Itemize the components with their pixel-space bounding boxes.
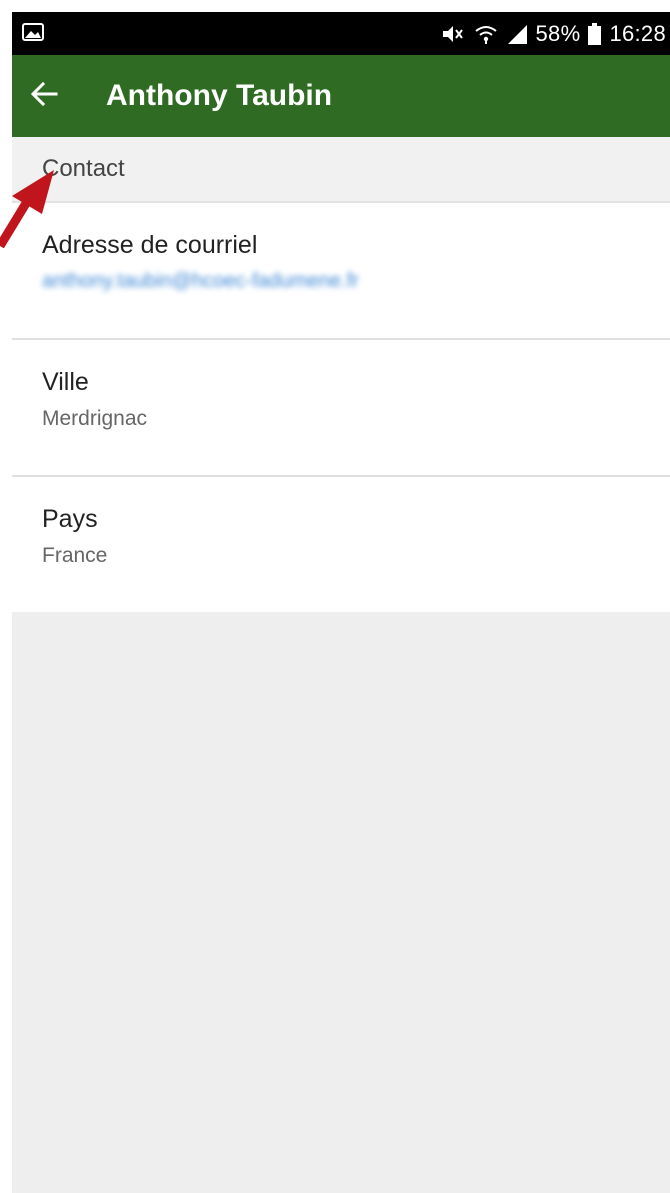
field-label: Ville (42, 368, 89, 396)
field-value: Merdrignac (42, 407, 148, 430)
field-label: Adresse de courriel (42, 231, 258, 259)
battery-percentage: 58% (535, 20, 581, 46)
wifi-icon (474, 23, 498, 45)
field-label: Pays (42, 505, 98, 533)
section-header-contact: Contact (12, 137, 670, 203)
status-bar: 58% 16:28 (12, 12, 670, 55)
contact-field-list: Adresse de courriel anthony.taubin@hcoec… (12, 203, 670, 612)
image-icon (22, 21, 44, 47)
annotation-arrow-icon (0, 170, 54, 248)
app-bar: Anthony Taubin (12, 55, 670, 137)
email-link[interactable]: anthony.taubin@hcoec-fadumene.fr (42, 270, 670, 293)
page-title: Anthony Taubin (106, 79, 333, 112)
screenshot-frame: 58% 16:28 Anthony Taubin Contact Adresse… (0, 0, 670, 1193)
arrow-left-icon (30, 81, 58, 112)
field-value: France (42, 544, 108, 567)
back-button[interactable] (12, 55, 76, 137)
mute-icon (440, 23, 466, 45)
battery-icon (588, 22, 602, 45)
status-clock: 16:28 (609, 20, 666, 46)
field-country[interactable]: Pays France (12, 477, 670, 612)
empty-area (12, 612, 670, 1193)
signal-icon (506, 23, 528, 45)
field-city[interactable]: Ville Merdrignac (12, 340, 670, 477)
field-email[interactable]: Adresse de courriel anthony.taubin@hcoec… (12, 203, 670, 340)
phone-screen: 58% 16:28 Anthony Taubin Contact Adresse… (12, 12, 670, 1193)
